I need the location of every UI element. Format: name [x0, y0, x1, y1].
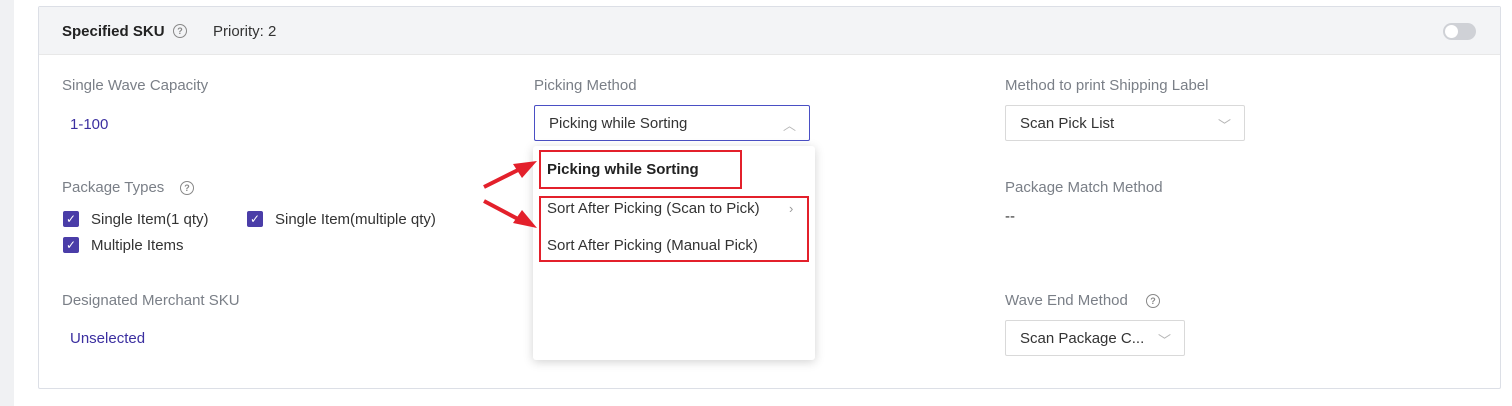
annotation-arrows: [483, 161, 537, 228]
arrow-head: [513, 210, 537, 228]
arrow-head: [513, 161, 537, 178]
arrow-line: [483, 168, 519, 189]
arrow-line: [483, 199, 519, 221]
